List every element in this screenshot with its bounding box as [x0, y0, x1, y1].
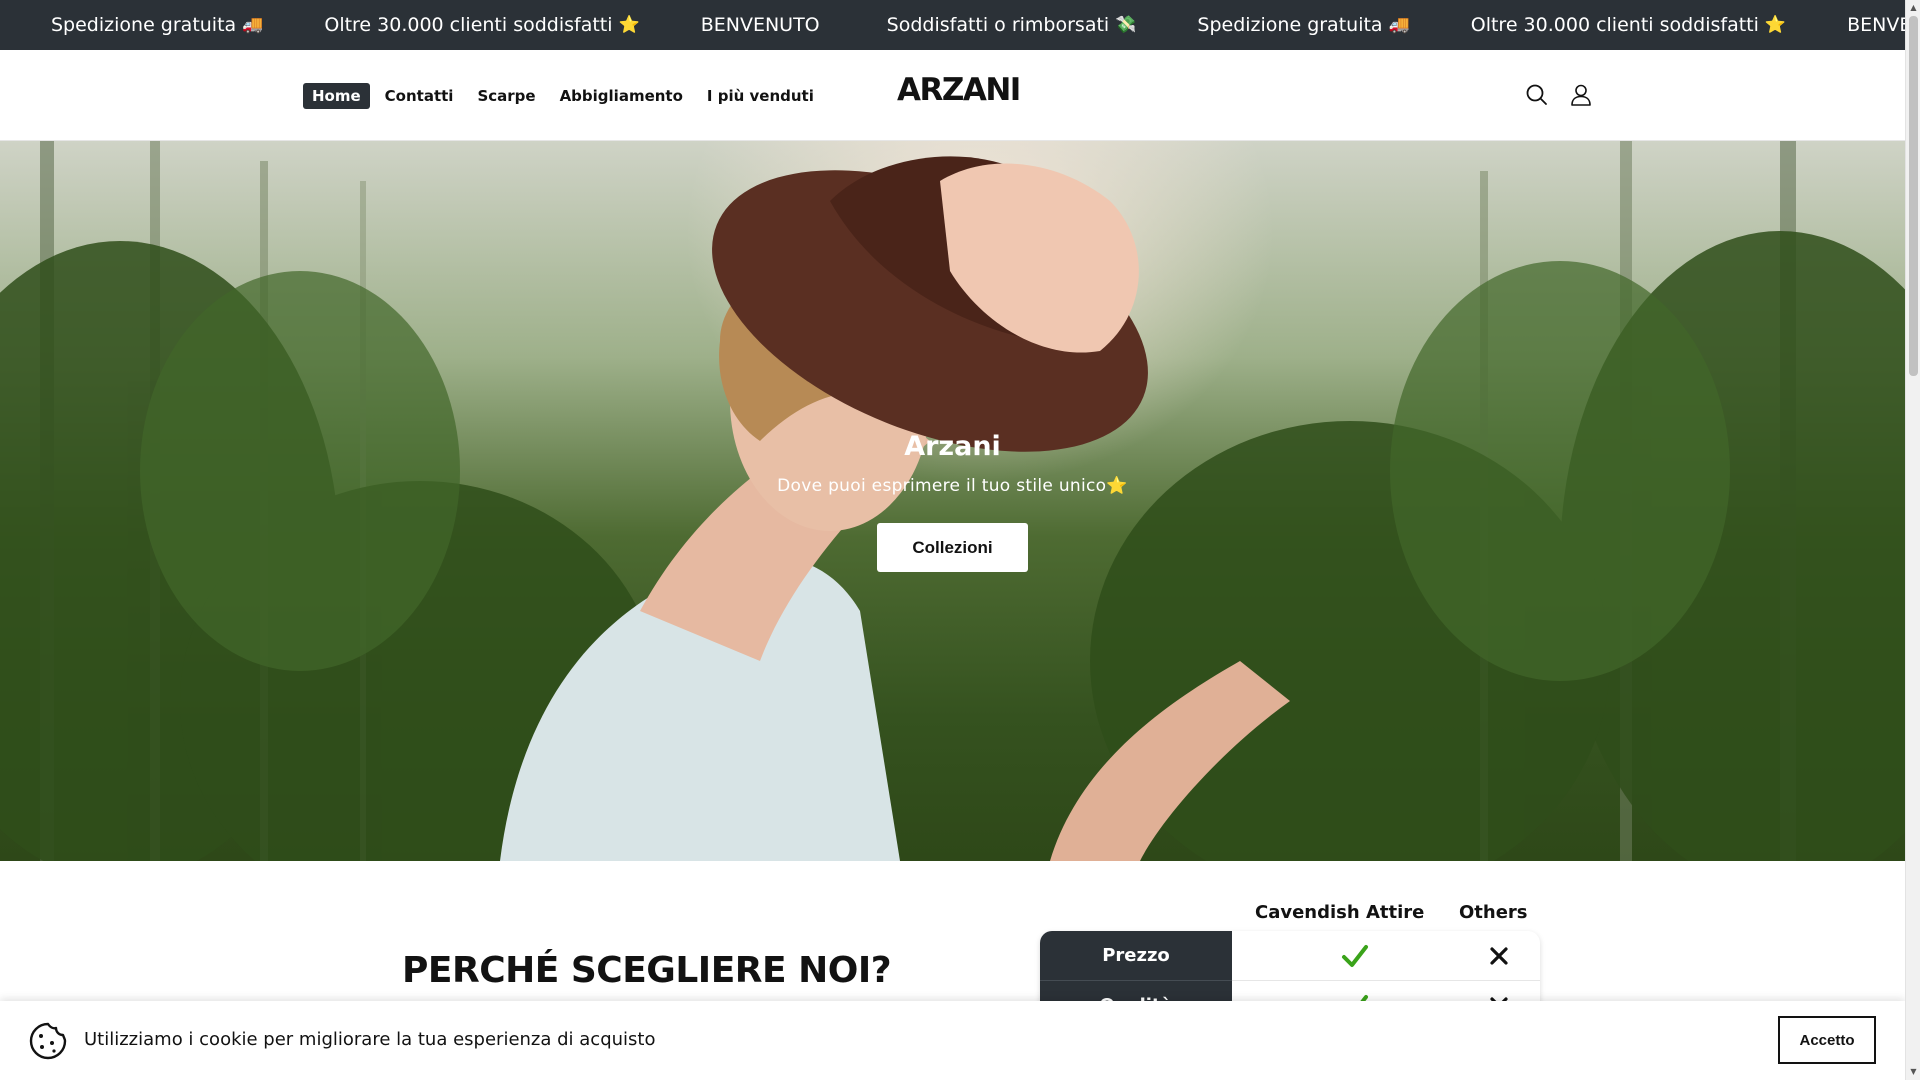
- scroll-up-arrow-icon[interactable]: ▲: [1909, 3, 1918, 12]
- hero-title: Arzani: [904, 431, 1001, 462]
- nav-scarpe[interactable]: Scarpe: [468, 83, 544, 109]
- account-icon[interactable]: [1568, 82, 1594, 108]
- announcement-item: Oltre 30.000 clienti soddisfatti ⭐: [1470, 14, 1787, 36]
- scroll-down-arrow-icon[interactable]: ▼: [1909, 1067, 1918, 1076]
- nav-contatti[interactable]: Contatti: [376, 83, 463, 109]
- cookie-icon: [29, 1022, 67, 1060]
- announcement-item: Spedizione gratuita 🚚: [1197, 14, 1410, 36]
- cross-icon: [1490, 947, 1508, 965]
- scrollbar[interactable]: ▲ ▼: [1905, 0, 1920, 1080]
- announcement-item: Soddisfatti o rimborsati 💸: [886, 14, 1137, 36]
- search-icon[interactable]: [1524, 82, 1550, 108]
- announcement-item: BENVENUTO: [1847, 14, 1905, 36]
- cookie-text: Utilizziamo i cookie per migliorare la t…: [84, 1029, 656, 1050]
- announcement-item: BENVENUTO: [700, 14, 820, 36]
- hero-subtitle: Dove puoi esprimere il tuo stile unico⭐: [777, 476, 1128, 496]
- nav-piu-venduti[interactable]: I più venduti: [698, 83, 823, 109]
- nav-home[interactable]: Home: [303, 83, 370, 109]
- compare-head-others: Others: [1459, 902, 1528, 923]
- check-icon: [1342, 945, 1368, 967]
- site-header: Home Contatti Scarpe Abbigliamento I più…: [0, 50, 1905, 141]
- announcement-bar: Spedizione gratuita 🚚 Oltre 30.000 client…: [0, 0, 1905, 50]
- site-logo[interactable]: ARZANI: [897, 72, 1021, 108]
- main-nav: Home Contatti Scarpe Abbigliamento I più…: [303, 83, 829, 109]
- accept-cookies-button[interactable]: Accetto: [1778, 1016, 1876, 1064]
- collections-button[interactable]: Collezioni: [877, 523, 1028, 572]
- why-title: PERCHÉ SCEGLIERE NOI?: [402, 950, 892, 991]
- cookie-banner: Utilizziamo i cookie per migliorare la t…: [0, 1001, 1905, 1080]
- nav-abbigliamento[interactable]: Abbigliamento: [551, 83, 692, 109]
- announcement-item: Spedizione gratuita 🚚: [51, 14, 264, 36]
- comparison-row: Prezzo: [1040, 931, 1540, 981]
- compare-head-ours: Cavendish Attire: [1255, 902, 1425, 923]
- page: Spedizione gratuita 🚚 Oltre 30.000 client…: [0, 0, 1905, 1080]
- hero-image: [0, 141, 1905, 861]
- comparison-row-label: Prezzo: [1040, 931, 1232, 981]
- announcement-item: Oltre 30.000 clienti soddisfatti ⭐: [324, 14, 640, 36]
- hero-banner: Arzani Dove puoi esprimere il tuo stile …: [0, 141, 1905, 861]
- announcement-track: Spedizione gratuita 🚚 Oltre 30.000 client…: [51, 0, 1905, 50]
- scrollbar-thumb[interactable]: [1909, 16, 1918, 376]
